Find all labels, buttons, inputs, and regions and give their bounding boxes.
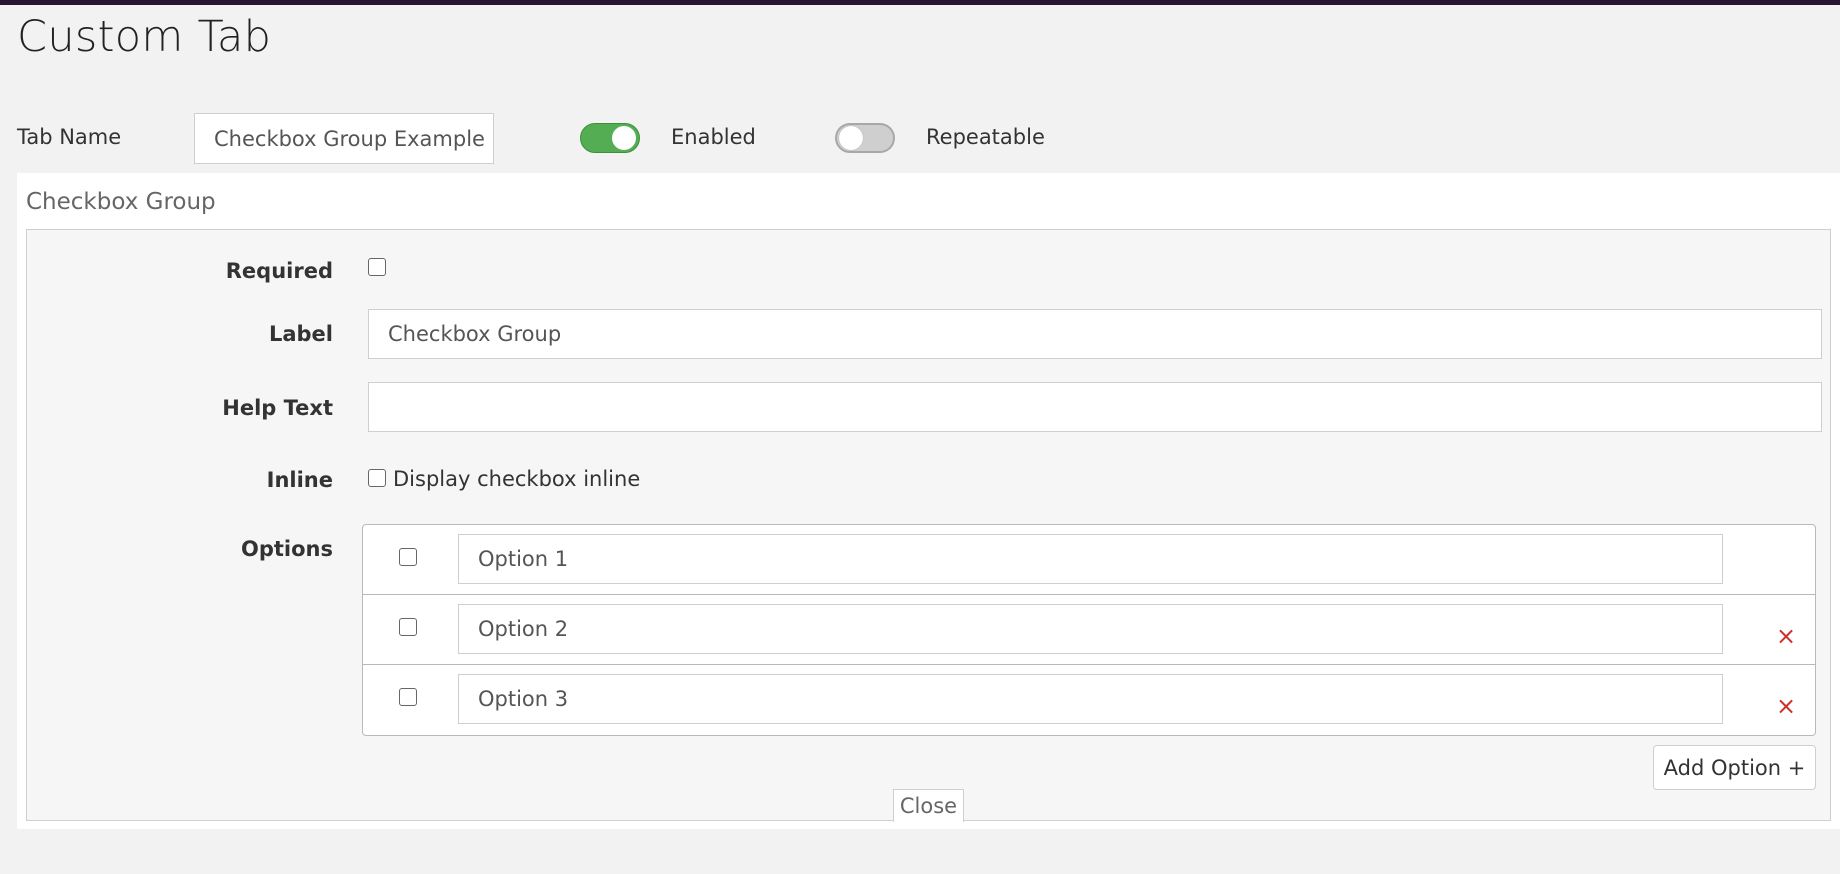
label-input[interactable] bbox=[368, 309, 1822, 359]
option-input[interactable] bbox=[458, 534, 1723, 584]
inline-checkbox[interactable] bbox=[368, 469, 386, 487]
help-text-label: Help Text bbox=[222, 396, 333, 420]
option-row: × bbox=[363, 595, 1815, 665]
option-input[interactable] bbox=[458, 604, 1723, 654]
enabled-label: Enabled bbox=[671, 125, 756, 149]
repeatable-toggle[interactable] bbox=[835, 123, 895, 153]
option-default-checkbox[interactable] bbox=[399, 688, 417, 706]
toggle-knob bbox=[612, 126, 636, 150]
options-label: Options bbox=[241, 537, 333, 561]
tab-name-input[interactable] bbox=[194, 113, 494, 164]
options-list: × × bbox=[362, 524, 1816, 736]
remove-option-icon[interactable]: × bbox=[1776, 624, 1796, 648]
repeatable-label: Repeatable bbox=[926, 125, 1045, 149]
close-button[interactable]: Close bbox=[893, 789, 964, 822]
inline-checkbox-text: Display checkbox inline bbox=[393, 467, 641, 491]
add-option-button[interactable]: Add Option + bbox=[1653, 745, 1816, 790]
help-text-input[interactable] bbox=[368, 382, 1822, 432]
field-title: Checkbox Group bbox=[26, 189, 216, 215]
remove-option-icon[interactable]: × bbox=[1776, 694, 1796, 718]
page-title: Custom Tab bbox=[17, 12, 272, 62]
required-checkbox[interactable] bbox=[368, 258, 386, 276]
label-label: Label bbox=[268, 322, 333, 346]
option-row bbox=[363, 525, 1815, 595]
required-label: Required bbox=[225, 259, 333, 283]
toggle-knob bbox=[839, 126, 863, 150]
inline-label: Inline bbox=[266, 468, 333, 492]
option-input[interactable] bbox=[458, 674, 1723, 724]
option-default-checkbox[interactable] bbox=[399, 618, 417, 636]
option-default-checkbox[interactable] bbox=[399, 548, 417, 566]
option-row: × bbox=[363, 665, 1815, 735]
enabled-toggle[interactable] bbox=[580, 123, 640, 153]
tab-name-label: Tab Name bbox=[17, 125, 122, 149]
top-bar bbox=[0, 0, 1840, 5]
